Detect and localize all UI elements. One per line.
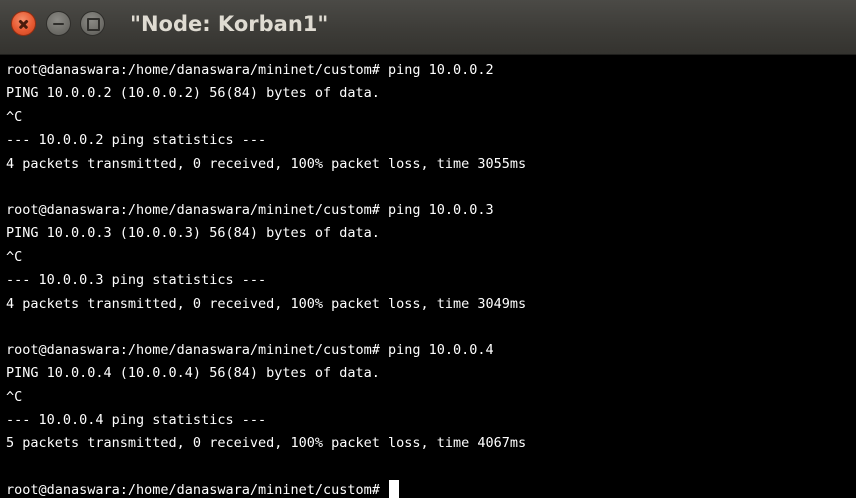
terminal-window: "Node: Korban1" root@danaswara:/home/dan… [0, 0, 856, 498]
command-line: root@danaswara:/home/danaswara/mininet/c… [6, 62, 494, 78]
shell-prompt: root@danaswara:/home/danaswara/mininet/c… [6, 481, 389, 498]
interrupt-line: ^C [6, 108, 23, 125]
interrupt-line: ^C [6, 248, 23, 265]
text-cursor [389, 479, 400, 498]
terminal-output[interactable]: root@danaswara:/home/danaswara/mininet/c… [0, 56, 856, 498]
ping-header: PING 10.0.0.4 (10.0.0.4) 56(84) bytes of… [6, 365, 380, 382]
stats-line: 5 packets transmitted, 0 received, 100% … [6, 435, 527, 452]
title-bar[interactable]: "Node: Korban1" [0, 0, 856, 55]
ping-block: root@danaswara:/home/danaswara/mininet/c… [6, 339, 856, 456]
stats-title: --- 10.0.0.3 ping statistics --- [6, 272, 267, 289]
command-line: root@danaswara:/home/danaswara/mininet/c… [6, 341, 494, 358]
prompt-line[interactable]: root@danaswara:/home/danaswara/mininet/c… [6, 479, 856, 498]
close-icon[interactable] [11, 11, 36, 36]
stats-line: 4 packets transmitted, 0 received, 100% … [6, 295, 527, 312]
ping-header: PING 10.0.0.3 (10.0.0.3) 56(84) bytes of… [6, 225, 380, 242]
ping-block: root@danaswara:/home/danaswara/mininet/c… [6, 59, 856, 176]
window-title: "Node: Korban1" [130, 12, 329, 36]
stats-title: --- 10.0.0.2 ping statistics --- [6, 132, 267, 149]
interrupt-line: ^C [6, 388, 23, 405]
minimize-icon[interactable] [46, 11, 71, 36]
stats-line: 4 packets transmitted, 0 received, 100% … [6, 155, 527, 172]
maximize-icon[interactable] [80, 11, 105, 36]
command-line: root@danaswara:/home/danaswara/mininet/c… [6, 201, 494, 218]
stats-title: --- 10.0.0.4 ping statistics --- [6, 412, 267, 429]
ping-block: root@danaswara:/home/danaswara/mininet/c… [6, 199, 856, 316]
ping-header: PING 10.0.0.2 (10.0.0.2) 56(84) bytes of… [6, 85, 380, 102]
